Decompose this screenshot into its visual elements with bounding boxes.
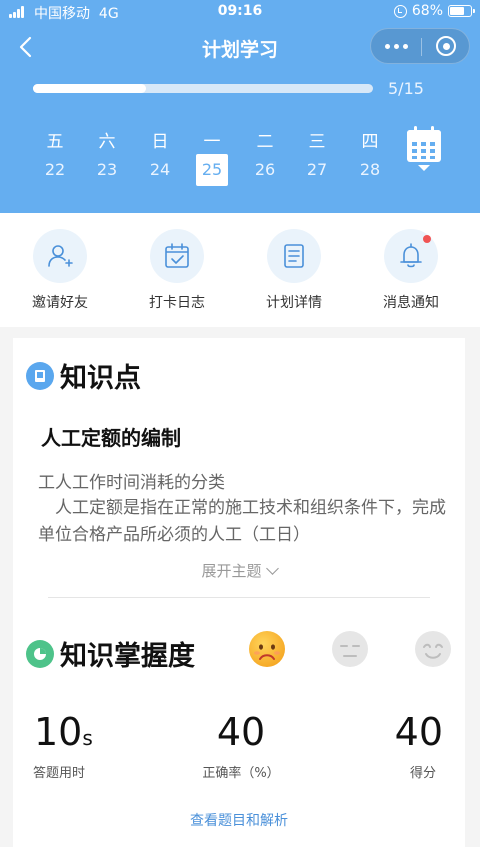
miniapp-capsule bbox=[370, 28, 470, 64]
score-value: 40 bbox=[394, 710, 443, 754]
battery-percent: 68% bbox=[411, 3, 443, 19]
weekday-label: 一 bbox=[203, 132, 221, 152]
date-cell[interactable]: 24 bbox=[144, 154, 176, 186]
checkin-log-button[interactable]: 打卡日志 bbox=[127, 229, 227, 312]
topic-description: 人工定额是指在正常的施工技术和组织条件下，完成单位合格产品所必须的人工（工日） bbox=[38, 498, 446, 545]
score-label: 得分 bbox=[409, 766, 436, 781]
battery-icon bbox=[448, 5, 475, 17]
dot-icon bbox=[384, 43, 390, 49]
unread-badge bbox=[423, 235, 431, 243]
topic-title: 人工定额的编制 bbox=[41, 426, 181, 450]
calendar-icon bbox=[407, 126, 441, 171]
invite-user-icon bbox=[48, 245, 73, 267]
quick-action-label: 打卡日志 bbox=[149, 295, 205, 311]
date-cell[interactable]: 28 bbox=[354, 154, 386, 186]
plan-details-button[interactable]: 计划详情 bbox=[244, 229, 344, 312]
pie-chart-icon bbox=[26, 640, 54, 668]
date-cell[interactable]: 27 bbox=[301, 154, 333, 186]
topic-category: 工人工作时间消耗的分类 bbox=[38, 473, 225, 493]
date-cell[interactable]: 25 bbox=[196, 154, 228, 186]
section-divider bbox=[48, 597, 430, 598]
progress-text: 5/15 bbox=[388, 79, 424, 98]
mastery-heading: 知识掌握度 bbox=[60, 641, 195, 672]
close-miniapp-button[interactable] bbox=[422, 29, 470, 63]
plan-header: 中国移动 4G 09:16 68% 计划学习 5/15 五 六 日 一 二 三 … bbox=[0, 0, 480, 213]
date-cell[interactable]: 26 bbox=[249, 154, 281, 186]
accuracy-label: 正确率（%） bbox=[202, 766, 280, 781]
checkin-calendar-icon bbox=[165, 243, 189, 268]
weekday-label: 日 bbox=[151, 132, 169, 152]
chevron-down-icon bbox=[265, 562, 279, 575]
more-button[interactable] bbox=[371, 29, 421, 63]
plan-document-icon bbox=[284, 244, 304, 268]
rotation-lock-icon bbox=[393, 4, 407, 18]
quick-actions-bar: 邀请好友 打卡日志 计划详情 消息通知 bbox=[0, 213, 480, 327]
status-bar: 中国移动 4G 09:16 68% bbox=[0, 0, 480, 24]
progress-fill bbox=[33, 84, 147, 93]
smile-face-icon[interactable] bbox=[414, 630, 452, 668]
invite-friends-button[interactable]: 邀请好友 bbox=[10, 229, 110, 312]
knowledge-heading: 知识点 bbox=[60, 363, 141, 394]
quick-action-label: 邀请好友 bbox=[32, 295, 88, 311]
date-cell[interactable]: 23 bbox=[91, 154, 123, 186]
sad-face-icon[interactable] bbox=[248, 630, 286, 668]
dot-icon bbox=[402, 43, 408, 49]
book-icon bbox=[26, 362, 54, 390]
notifications-button[interactable]: 消息通知 bbox=[361, 229, 461, 312]
plan-progress-bar bbox=[33, 84, 373, 93]
dot-icon bbox=[393, 43, 399, 49]
weekday-label: 四 bbox=[361, 132, 379, 152]
expand-topic-label: 展开主题 bbox=[201, 562, 262, 580]
quick-action-label: 计划详情 bbox=[266, 295, 322, 311]
weekday-label: 三 bbox=[308, 132, 326, 152]
weekday-label: 五 bbox=[46, 132, 64, 152]
neutral-face-icon[interactable] bbox=[331, 630, 369, 668]
view-questions-link[interactable]: 查看题目和解析 bbox=[13, 810, 465, 830]
weekday-label: 二 bbox=[256, 132, 274, 152]
weekday-label: 六 bbox=[98, 132, 116, 152]
expand-topic-button[interactable]: 展开主题 bbox=[13, 560, 465, 581]
bell-icon bbox=[400, 243, 422, 268]
battery-area: 68% bbox=[393, 3, 475, 19]
quick-action-label: 消息通知 bbox=[383, 295, 439, 311]
date-cell[interactable]: 22 bbox=[39, 154, 71, 186]
knowledge-card: 知识点 人工定额的编制 工人工作时间消耗的分类 人工定额是指在正常的施工技术和组… bbox=[13, 338, 465, 847]
target-icon bbox=[436, 36, 456, 56]
calendar-button[interactable] bbox=[404, 124, 444, 174]
